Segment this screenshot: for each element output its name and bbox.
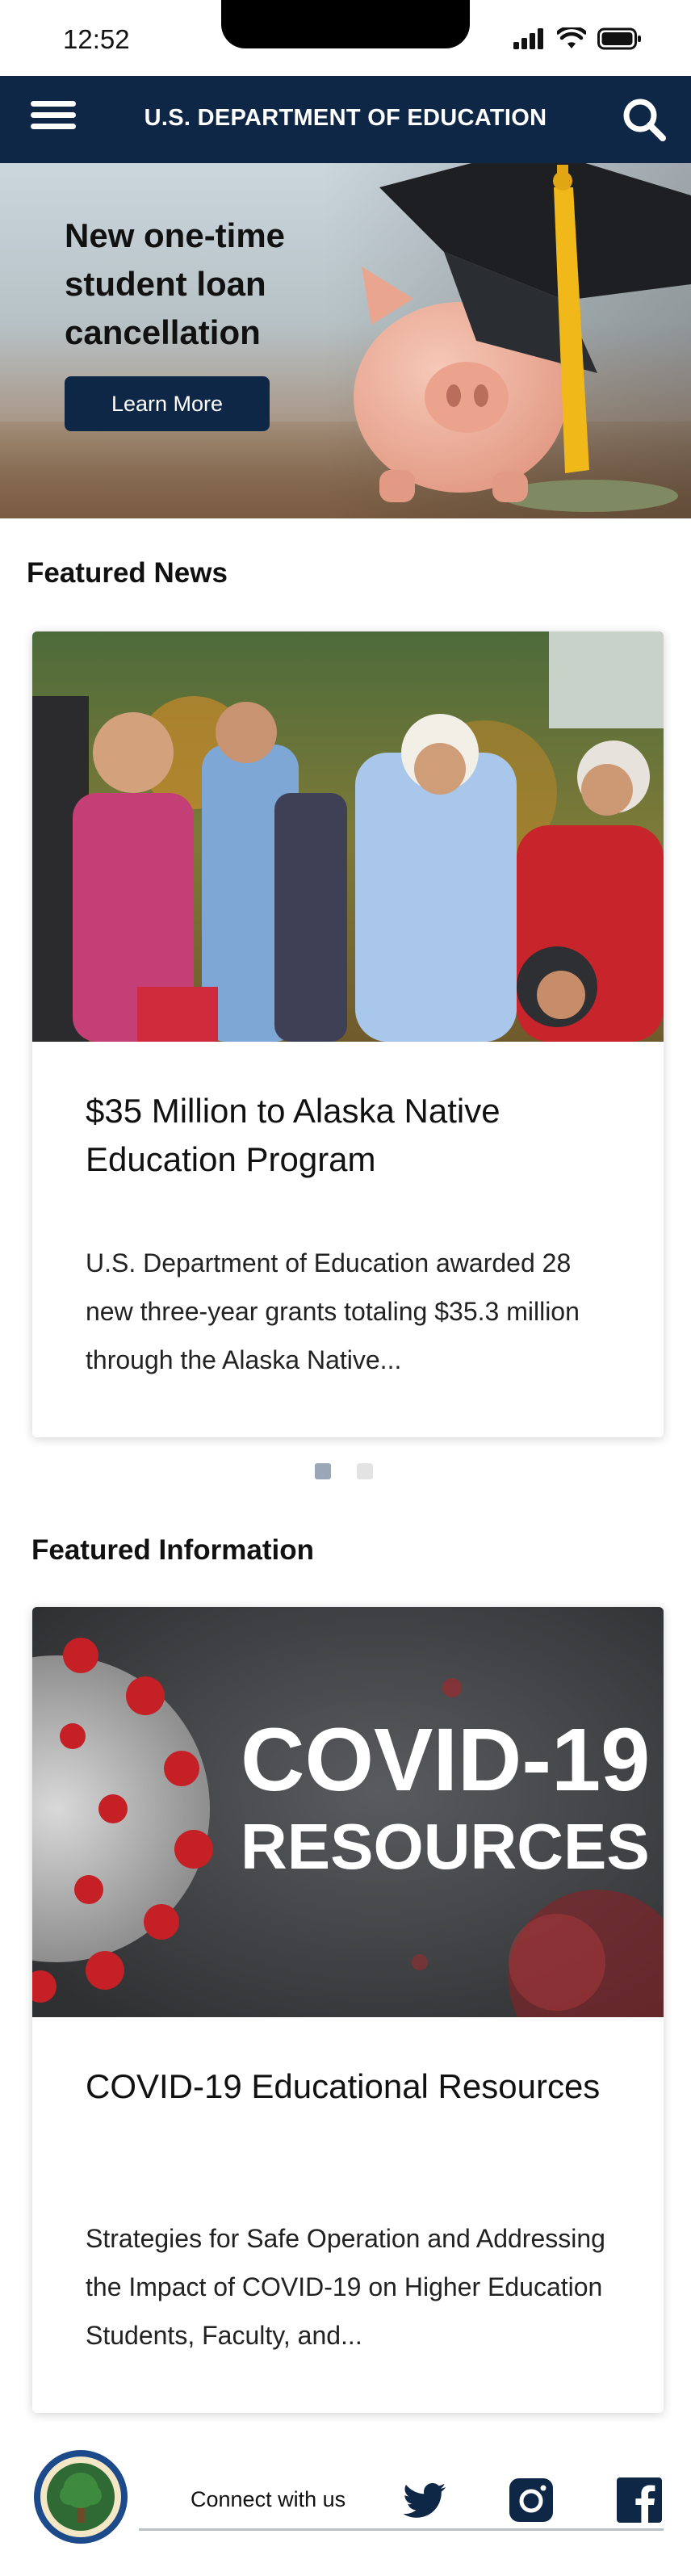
info-card-image: COVID-19 RESOURCES [32,1607,664,2017]
news-card[interactable]: $35 Million to Alaska Native Education P… [32,631,664,1437]
connect-with-us-label: Connect with us [191,2487,346,2511]
facebook-icon[interactable] [615,2476,664,2524]
search-icon[interactable] [618,94,670,145]
footer-divider [139,2528,664,2531]
piggy-bank-graduation-image [323,163,691,518]
site-header: U.S. DEPARTMENT OF EDUCATION [0,76,691,163]
carousel-dot-2[interactable] [357,1463,373,1479]
status-bar: 12:52 [0,0,691,76]
alaska-native-ceremony-image [32,631,664,1042]
info-card-description: Strategies for Safe Operation and Addres… [86,2224,605,2350]
device-notch [221,0,470,48]
status-time: 12:52 [63,24,130,54]
info-card-title[interactable]: COVID-19 Educational Resources [86,2062,618,2111]
learn-more-button[interactable]: Learn More [65,376,270,431]
hero-headline: New one-time student loan cancellation [65,216,286,351]
signal-icon [513,28,543,49]
featured-information-heading: Featured Information [31,1534,315,1566]
site-title[interactable]: U.S. DEPARTMENT OF EDUCATION [0,105,691,132]
twitter-icon[interactable] [400,2476,449,2524]
carousel-dot-1[interactable] [315,1463,331,1479]
status-icons [513,27,643,50]
news-card-image [32,631,664,1042]
featured-news-heading: Featured News [27,557,228,589]
wifi-icon [557,27,586,48]
hero-banner: New one-time student loan cancellation L… [0,163,691,518]
covid-image-title: COVID-19 [241,1710,651,1810]
instagram-icon[interactable] [507,2476,555,2524]
info-card[interactable]: COVID-19 RESOURCES COVID-19 Educational … [32,1607,664,2413]
site-footer: Connect with us [0,2423,691,2576]
battery-icon [597,27,641,50]
department-seal-icon[interactable] [32,2448,129,2545]
news-card-title[interactable]: $35 Million to Alaska Native Education P… [86,1087,618,1184]
covid-image-subtitle: RESOURCES [241,1810,650,1882]
news-card-description: U.S. Department of Education awarded 28 … [86,1248,580,1374]
